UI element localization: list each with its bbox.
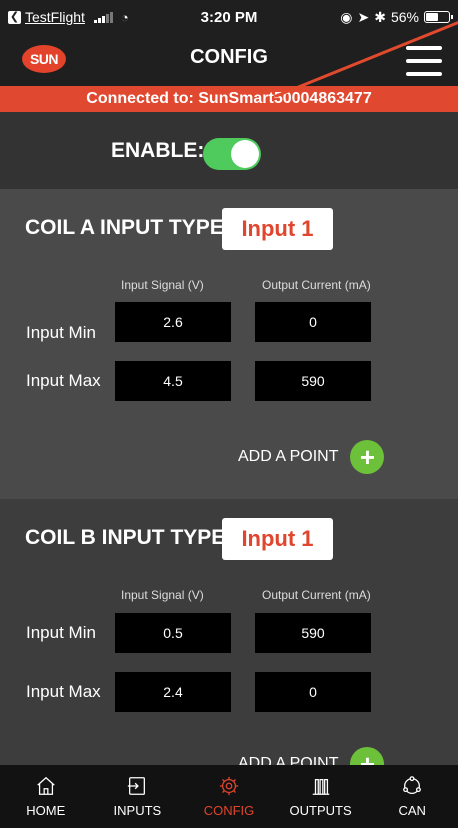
coil-b-min-signal-field[interactable]: 0.5	[115, 613, 231, 653]
coil-b-add-point-button[interactable]: ADD A POINT +	[238, 747, 385, 765]
wifi-icon: ◔	[120, 9, 129, 25]
status-bar: ❮ TestFlight ◔ 3:20 PM ◉ ➤ ✱ 56%	[0, 0, 458, 34]
cellular-signal-icon	[93, 11, 113, 23]
coil-b-min-current-field[interactable]: 590	[255, 613, 371, 653]
coil-a-section: COIL A INPUT TYPE: Input 1 Input Signal …	[0, 189, 458, 499]
add-point-label: ADD A POINT	[238, 755, 339, 765]
enable-row: ENABLE:	[0, 112, 458, 189]
coil-b-section: COIL B INPUT TYPE: Input 1 Input Signal …	[0, 499, 458, 765]
outputs-icon	[312, 778, 329, 795]
gear-icon	[219, 776, 239, 796]
back-arrow-icon[interactable]: ❮	[8, 10, 21, 24]
coil-b-max-label: Input Max	[26, 682, 101, 701]
battery-icon	[424, 11, 453, 23]
coil-a-title: COIL A INPUT TYPE:	[25, 216, 231, 239]
toggle-knob	[231, 140, 259, 168]
bluetooth-icon: ✱	[374, 8, 386, 25]
coil-a-min-label: Input Min	[26, 323, 96, 342]
coil-b-max-signal-field[interactable]: 2.4	[115, 672, 231, 712]
home-icon	[37, 776, 55, 795]
nav-item-inputs[interactable]: INPUTS	[92, 765, 184, 828]
status-left: ❮ TestFlight ◔	[8, 9, 158, 25]
plus-circle-icon: +	[350, 747, 385, 765]
app-header: SUN CONFIG	[0, 34, 458, 86]
inputs-icon	[128, 777, 146, 795]
bottom-nav: HOME INPUTS CONFIG OUTPUTS CAN	[0, 765, 458, 828]
coil-a-max-signal-field[interactable]: 4.5	[115, 361, 231, 401]
status-time: 3:20 PM	[200, 8, 258, 26]
coil-a-max-label: Input Max	[26, 371, 101, 390]
hamburger-menu-icon[interactable]	[406, 46, 442, 76]
plus-circle-icon: +	[350, 440, 385, 474]
coil-a-input-type-select[interactable]: Input 1	[222, 208, 333, 250]
nav-item-config[interactable]: CONFIG	[183, 765, 275, 828]
add-point-label: ADD A POINT	[238, 448, 339, 465]
enable-label: ENABLE:	[111, 139, 205, 162]
nav-item-outputs[interactable]: OUTPUTS	[275, 765, 367, 828]
coil-a-max-current-field[interactable]: 590	[255, 361, 371, 401]
coil-a-col-input-signal: Input Signal (V)	[121, 278, 204, 292]
nav-label: OUTPUTS	[289, 803, 352, 818]
nav-label: HOME	[26, 803, 66, 818]
coil-a-col-output-current: Output Current (mA)	[262, 278, 371, 292]
nav-label: CAN	[398, 803, 426, 818]
enable-toggle[interactable]	[203, 138, 261, 170]
nav-label: INPUTS	[113, 803, 162, 818]
nav-label: CONFIG	[203, 803, 255, 818]
coil-b-col-output-current: Output Current (mA)	[262, 588, 371, 602]
status-right: ◉ ➤ ✱ 56%	[300, 8, 453, 26]
battery-percent: 56%	[390, 9, 419, 25]
coil-a-min-signal-field[interactable]: 2.6	[115, 302, 231, 342]
orientation-lock-icon: ◉	[340, 8, 353, 25]
location-icon: ➤	[357, 8, 370, 25]
back-to-app-link[interactable]: TestFlight	[25, 9, 85, 25]
connection-banner: Connected to: SunSmart50004863477	[0, 86, 458, 112]
coil-b-col-input-signal: Input Signal (V)	[121, 588, 204, 602]
coil-a-add-point-button[interactable]: ADD A POINT +	[238, 440, 385, 474]
nav-item-home[interactable]: HOME	[0, 765, 92, 828]
coil-b-min-label: Input Min	[26, 623, 96, 642]
coil-b-max-current-field[interactable]: 0	[255, 672, 371, 712]
can-icon	[403, 776, 422, 794]
coil-b-input-type-select[interactable]: Input 1	[222, 518, 333, 560]
nav-item-can[interactable]: CAN	[366, 765, 458, 828]
coil-a-min-current-field[interactable]: 0	[255, 302, 371, 342]
coil-b-title: COIL B INPUT TYPE:	[25, 526, 233, 549]
